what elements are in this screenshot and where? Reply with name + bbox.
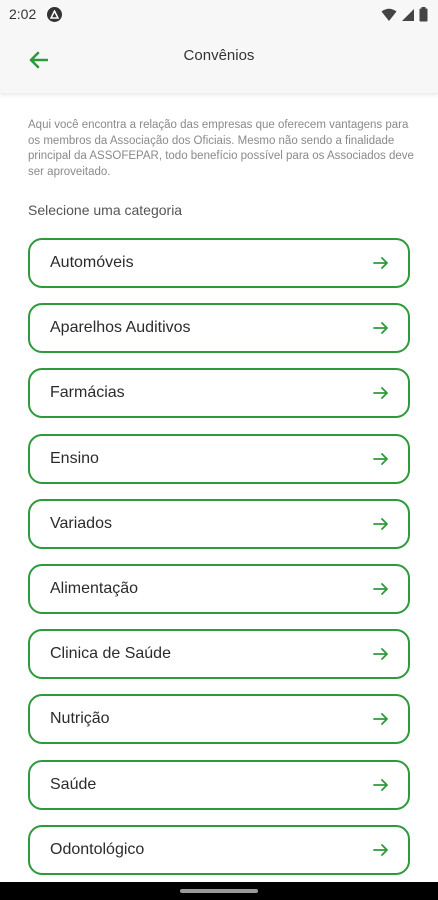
arrow-right-icon (373, 713, 388, 726)
category-label: Ensino (50, 449, 99, 467)
arrow-right-icon (373, 517, 388, 530)
page-title: Convênios (183, 47, 255, 64)
signal-icon (402, 8, 414, 21)
category-item-alimentacao[interactable]: Alimentação (28, 563, 410, 614)
category-item-variados[interactable]: Variados (28, 498, 410, 549)
category-item-odontologico[interactable]: Odontológico (28, 824, 410, 875)
section-label: Selecione uma categoria (28, 202, 183, 218)
category-label: Aparelhos Auditivos (50, 319, 191, 337)
app-bar: Convênios (0, 30, 438, 94)
category-label: Variados (50, 514, 112, 532)
status-time: 2:02 (9, 6, 37, 22)
arrow-right-icon (373, 452, 388, 465)
category-item-aparelhos-auditivos[interactable]: Aparelhos Auditivos (28, 303, 410, 354)
arrow-right-icon (373, 257, 388, 269)
category-item-ensino[interactable]: Ensino (28, 433, 410, 484)
category-item-farmacias[interactable]: Farmácias (28, 368, 410, 419)
arrow-right-icon (373, 648, 388, 661)
status-icons (381, 7, 428, 22)
arrow-right-icon (373, 843, 388, 856)
category-item-clinica-de-saude[interactable]: Clinica de Saúde (28, 629, 410, 680)
navigation-bar (0, 882, 438, 900)
arrow-right-icon (373, 778, 388, 791)
intro-text: Aqui você encontra a relação das empresa… (28, 119, 414, 178)
category-item-nutricao[interactable]: Nutrição (28, 694, 410, 745)
arrow-right-icon (373, 387, 388, 400)
home-indicator[interactable] (180, 889, 258, 893)
category-label: Farmácias (50, 384, 125, 402)
app-notification-icon (47, 7, 62, 22)
wifi-icon (381, 8, 397, 21)
category-item-automoveis[interactable]: Automóveis (28, 238, 410, 288)
battery-icon (419, 7, 428, 22)
category-label: Automóveis (50, 254, 134, 271)
category-label: Alimentação (50, 579, 139, 597)
category-label: Odontológico (50, 840, 145, 858)
status-bar: 2:02 (0, 0, 438, 30)
arrow-right-icon (373, 322, 388, 335)
category-label: Nutrição (50, 710, 110, 728)
arrow-right-icon (373, 583, 388, 595)
category-label: Saúde (50, 775, 97, 793)
category-item-saude[interactable]: Saúde (28, 759, 410, 810)
category-list: Automóveis Aparelhos Auditivos Farmácias… (28, 238, 410, 890)
category-label: Clinica de Saúde (50, 645, 171, 663)
